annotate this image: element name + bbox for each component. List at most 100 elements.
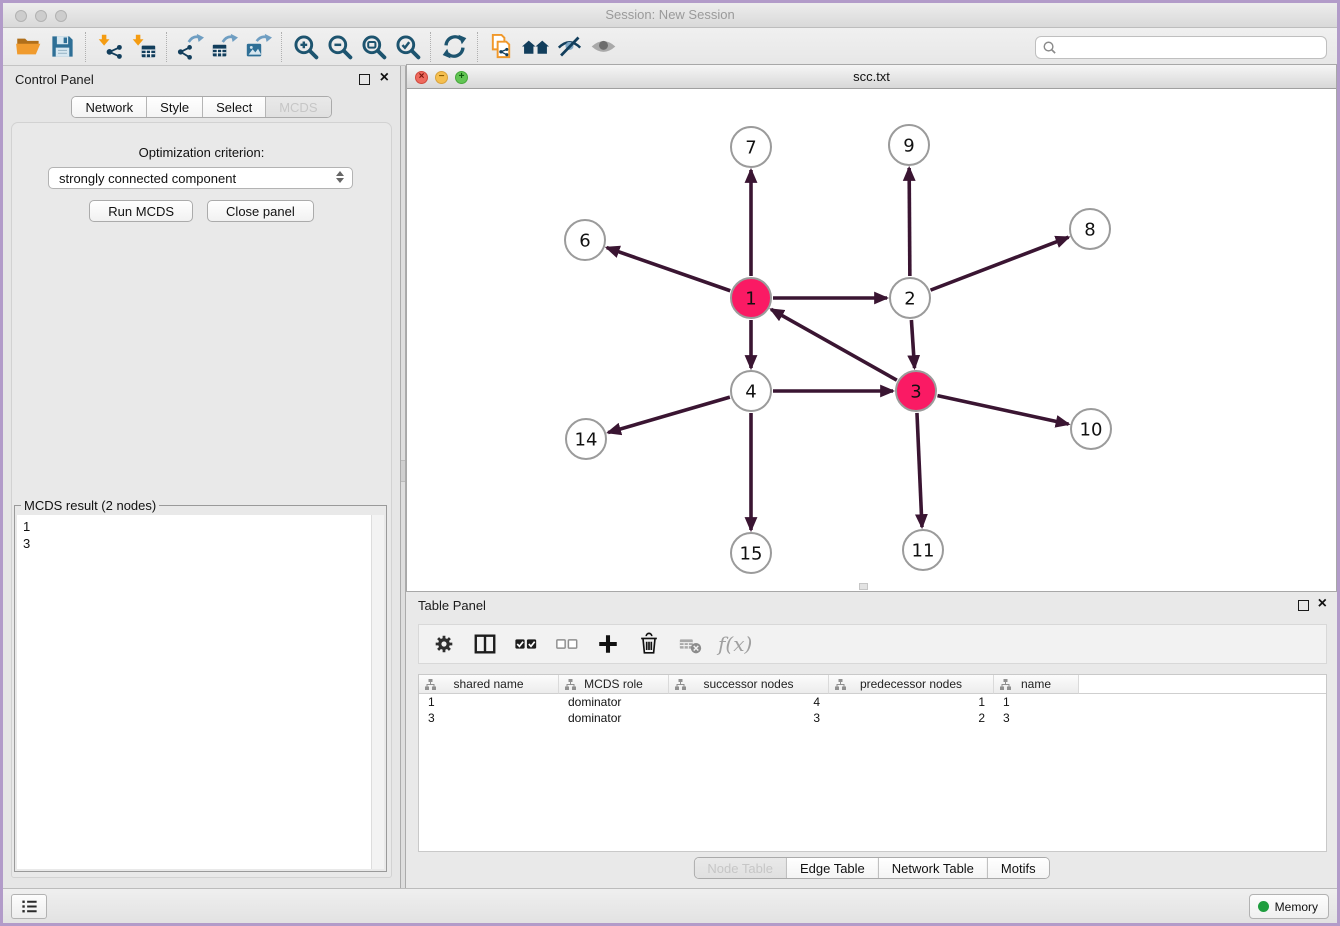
close-panel-icon[interactable]: × bbox=[1318, 595, 1327, 613]
memory-button[interactable]: Memory bbox=[1249, 894, 1329, 919]
close-panel-button[interactable]: Close panel bbox=[207, 200, 314, 222]
task-history-button[interactable] bbox=[11, 894, 47, 919]
split-view-icon[interactable] bbox=[472, 631, 498, 657]
save-session-icon[interactable] bbox=[45, 31, 79, 63]
table-row[interactable]: 3dominator323 bbox=[419, 710, 1326, 726]
node-6[interactable]: 6 bbox=[565, 220, 605, 260]
criterion-dropdown[interactable]: strongly connected component bbox=[48, 167, 353, 189]
edge-3-10[interactable] bbox=[937, 396, 1068, 424]
edge-3-1[interactable] bbox=[771, 309, 897, 380]
svg-text:1: 1 bbox=[745, 288, 756, 309]
export-network-icon[interactable] bbox=[173, 31, 207, 63]
edge-2-9[interactable] bbox=[909, 168, 910, 276]
canvas-resize-grip[interactable] bbox=[859, 583, 868, 590]
node-2[interactable]: 2 bbox=[890, 278, 930, 318]
node-15[interactable]: 15 bbox=[731, 533, 771, 573]
node-4[interactable]: 4 bbox=[731, 371, 771, 411]
function-builder-icon[interactable]: f(x) bbox=[718, 632, 752, 656]
clone-network-icon[interactable] bbox=[484, 31, 518, 63]
node-11[interactable]: 11 bbox=[903, 530, 943, 570]
zoom-out-icon[interactable] bbox=[322, 31, 356, 63]
node-7[interactable]: 7 bbox=[731, 127, 771, 167]
table-cell[interactable]: 3 bbox=[669, 711, 829, 725]
dropdown-stepper-icon bbox=[334, 171, 345, 183]
export-table-icon[interactable] bbox=[207, 31, 241, 63]
network-canvas[interactable]: 7 9 6 8 1 2 4 3 14 10 15 11 bbox=[407, 89, 1336, 591]
add-entry-icon[interactable] bbox=[595, 631, 621, 657]
table-cell[interactable]: 2 bbox=[829, 711, 994, 725]
column-header-successor-nodes[interactable]: successor nodes bbox=[669, 675, 829, 694]
show-all-networks-icon[interactable] bbox=[518, 31, 552, 63]
svg-text:7: 7 bbox=[745, 137, 756, 158]
show-selected-icon[interactable] bbox=[586, 31, 620, 63]
export-image-icon[interactable] bbox=[241, 31, 275, 63]
float-panel-icon[interactable] bbox=[1298, 600, 1309, 611]
table-cell[interactable]: 4 bbox=[669, 695, 829, 709]
table-tab-node-table[interactable]: Node Table bbox=[694, 858, 787, 878]
svg-text:11: 11 bbox=[912, 540, 935, 561]
zoom-selected-icon[interactable] bbox=[390, 31, 424, 63]
tab-style[interactable]: Style bbox=[147, 97, 203, 117]
svg-text:6: 6 bbox=[579, 230, 590, 251]
import-network-icon[interactable] bbox=[92, 31, 126, 63]
import-table-icon[interactable] bbox=[126, 31, 160, 63]
network-window: × − + scc.txt 7968124314101511 bbox=[406, 64, 1337, 592]
header-filler bbox=[1079, 675, 1326, 694]
column-header-predecessor-nodes[interactable]: predecessor nodes bbox=[829, 675, 994, 694]
table-cell[interactable]: dominator bbox=[559, 695, 669, 709]
table-cell[interactable]: dominator bbox=[559, 711, 669, 725]
node-3[interactable]: 3 bbox=[896, 371, 936, 411]
column-settings-icon[interactable] bbox=[431, 631, 457, 657]
tab-select[interactable]: Select bbox=[203, 97, 266, 117]
table-cell[interactable]: 1 bbox=[994, 695, 1079, 709]
edge-1-6[interactable] bbox=[607, 248, 731, 291]
edge-3-11[interactable] bbox=[917, 413, 922, 527]
edge-2-3[interactable] bbox=[911, 320, 914, 368]
column-header-label: shared name bbox=[453, 677, 523, 691]
result-scrollbar[interactable] bbox=[371, 515, 384, 869]
delete-column-icon[interactable] bbox=[677, 631, 703, 657]
node-9[interactable]: 9 bbox=[889, 125, 929, 165]
control-panel-title: Control Panel bbox=[15, 72, 94, 87]
network-window-title: scc.txt bbox=[407, 69, 1336, 84]
splitter-grip[interactable] bbox=[401, 460, 405, 482]
table-cell[interactable]: 1 bbox=[419, 695, 559, 709]
close-panel-icon[interactable]: × bbox=[380, 69, 389, 87]
node-10[interactable]: 10 bbox=[1071, 409, 1111, 449]
table-tab-network-table[interactable]: Network Table bbox=[879, 858, 988, 878]
table-cell[interactable]: 1 bbox=[829, 695, 994, 709]
search-box[interactable] bbox=[1035, 36, 1327, 59]
table-tab-edge-table[interactable]: Edge Table bbox=[787, 858, 879, 878]
node-1[interactable]: 1 bbox=[731, 278, 771, 318]
table-body: 1dominator4113dominator323 bbox=[419, 694, 1326, 726]
column-header-MCDS-role[interactable]: MCDS role bbox=[559, 675, 669, 694]
refresh-layout-icon[interactable] bbox=[437, 31, 471, 63]
tab-network[interactable]: Network bbox=[72, 97, 147, 117]
table-cell[interactable]: 3 bbox=[419, 711, 559, 725]
delete-entry-icon[interactable] bbox=[636, 631, 662, 657]
table-cell[interactable]: 3 bbox=[994, 711, 1079, 725]
column-header-name[interactable]: name bbox=[994, 675, 1079, 694]
select-all-icon[interactable] bbox=[513, 631, 539, 657]
memory-label: Memory bbox=[1275, 900, 1318, 914]
edge-4-14[interactable] bbox=[608, 397, 730, 432]
node-14[interactable]: 14 bbox=[566, 419, 606, 459]
table-tab-motifs[interactable]: Motifs bbox=[988, 858, 1049, 878]
edge-2-8[interactable] bbox=[931, 237, 1069, 290]
zoom-fit-icon[interactable] bbox=[356, 31, 390, 63]
deselect-all-icon[interactable] bbox=[554, 631, 580, 657]
mcds-result-list: 13 bbox=[17, 515, 384, 555]
toolbar-separator bbox=[166, 32, 167, 62]
open-session-icon[interactable] bbox=[11, 31, 45, 63]
float-panel-icon[interactable] bbox=[359, 74, 370, 85]
node-8[interactable]: 8 bbox=[1070, 209, 1110, 249]
search-icon bbox=[1042, 40, 1057, 55]
hide-selected-icon[interactable] bbox=[552, 31, 586, 63]
toolbar-separator bbox=[85, 32, 86, 62]
zoom-in-icon[interactable] bbox=[288, 31, 322, 63]
tab-mcds[interactable]: MCDS bbox=[266, 97, 330, 117]
search-input[interactable] bbox=[1057, 39, 1326, 57]
table-row[interactable]: 1dominator411 bbox=[419, 694, 1326, 710]
column-header-shared-name[interactable]: shared name bbox=[419, 675, 559, 694]
run-mcds-button[interactable]: Run MCDS bbox=[89, 200, 193, 222]
